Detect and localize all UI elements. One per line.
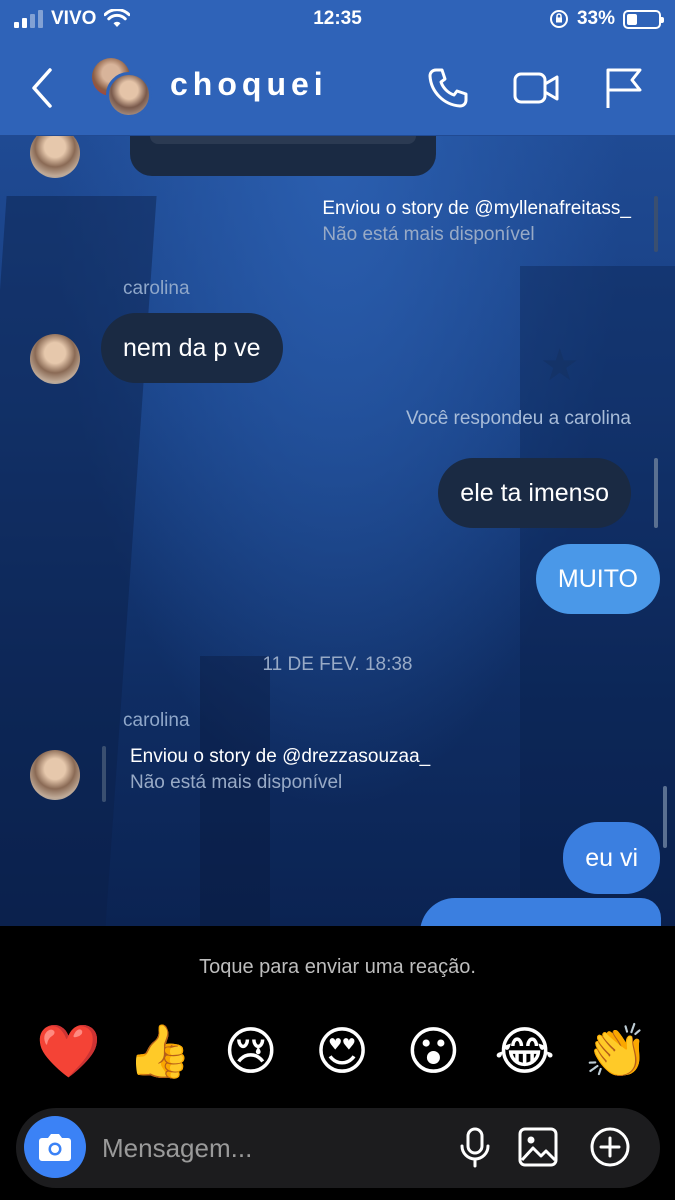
battery-icon [623,9,664,29]
chat-header: choquei [0,52,675,124]
status-right: 33% [549,8,664,30]
background-decoration [0,196,157,926]
microphone-icon [460,1127,490,1168]
bottom-panel: Toque para enviar uma reação. ❤️ 👍 😢 😍 😮… [0,926,675,1200]
message-composer [16,1108,660,1188]
chat-title[interactable]: choquei [170,66,328,103]
message-bubble-incoming[interactable]: nem da p ve [101,313,283,383]
clapping-hands-reaction[interactable]: 👏 [584,1020,649,1084]
heart-eyes-reaction[interactable]: 😍 [310,1020,374,1084]
status-bar: VIVO 12:35 33% [0,0,675,40]
report-flag-button[interactable] [600,64,648,112]
surprised-face-reaction[interactable]: 😮 [401,1020,465,1084]
reaction-hint: Toque para enviar uma reação. [199,956,476,978]
message-input[interactable] [102,1126,432,1170]
phone-icon [428,68,468,108]
sender-name: carolina [123,710,190,731]
chevron-left-icon [32,68,52,108]
video-camera-icon [513,72,559,104]
message-bubble-outgoing[interactable]: ele ta imenso [438,458,631,528]
more-options-button[interactable] [587,1124,633,1170]
orientation-lock-icon [549,10,568,28]
message-bubble-outgoing[interactable]: eu vi [563,822,660,894]
heart-reaction[interactable]: ❤️ [36,1020,101,1084]
camera-icon [39,1134,71,1161]
story-share-message[interactable]: Enviou o story de @myllenafreitass_ Não … [322,198,631,246]
avatar[interactable] [30,750,80,800]
starfish-icon: ★ [540,341,580,390]
group-avatar[interactable] [92,58,154,118]
image-icon [518,1127,558,1167]
quick-reactions: ❤️ 👍 😢 😍 😮 😂 👏 [36,1020,649,1084]
audio-call-button[interactable] [424,64,472,112]
scroll-indicator[interactable] [663,786,667,848]
story-indicator-bar [102,746,106,802]
story-share-message[interactable]: Enviou o story de @drezzasouzaa_ Não est… [130,746,430,794]
top-bar: VIVO 12:35 33% choquei [0,0,675,136]
voice-message-button[interactable] [452,1124,498,1170]
avatar [30,136,80,178]
plus-circle-icon [590,1127,630,1167]
avatar[interactable] [30,334,80,384]
sender-name: carolina [123,278,190,299]
crying-face-reaction[interactable]: 😢 [219,1020,283,1084]
avatar [106,72,152,118]
battery-percent: 33% [576,8,615,29]
camera-button[interactable] [24,1116,86,1178]
story-unavailable-text: Não está mais disponível [130,772,343,793]
story-indicator-bar [654,196,658,252]
flag-icon [606,68,642,108]
gallery-button[interactable] [515,1124,561,1170]
reply-note: Você respondeu a carolina [406,408,631,429]
thumbs-up-reaction[interactable]: 👍 [127,1020,192,1084]
video-call-button[interactable] [512,64,560,112]
back-button[interactable] [24,66,64,110]
message-bubble-outgoing[interactable]: MUITO [535,544,660,614]
message-thread[interactable]: ★ Enviou o story de @myllenafreitass_ Nã… [0,136,675,926]
story-share-text: Enviou o story de @myllenafreitass_ [322,198,631,219]
laughing-face-reaction[interactable]: 😂 [493,1020,557,1084]
date-separator: 11 DE FEV. 18:38 [262,654,413,675]
reply-indicator-bar [654,458,658,528]
story-share-text: Enviou o story de @drezzasouzaa_ [130,746,431,767]
message-bubble-outgoing[interactable] [420,898,661,926]
shared-post-card[interactable] [130,136,436,176]
story-unavailable-text: Não está mais disponível [322,224,535,245]
